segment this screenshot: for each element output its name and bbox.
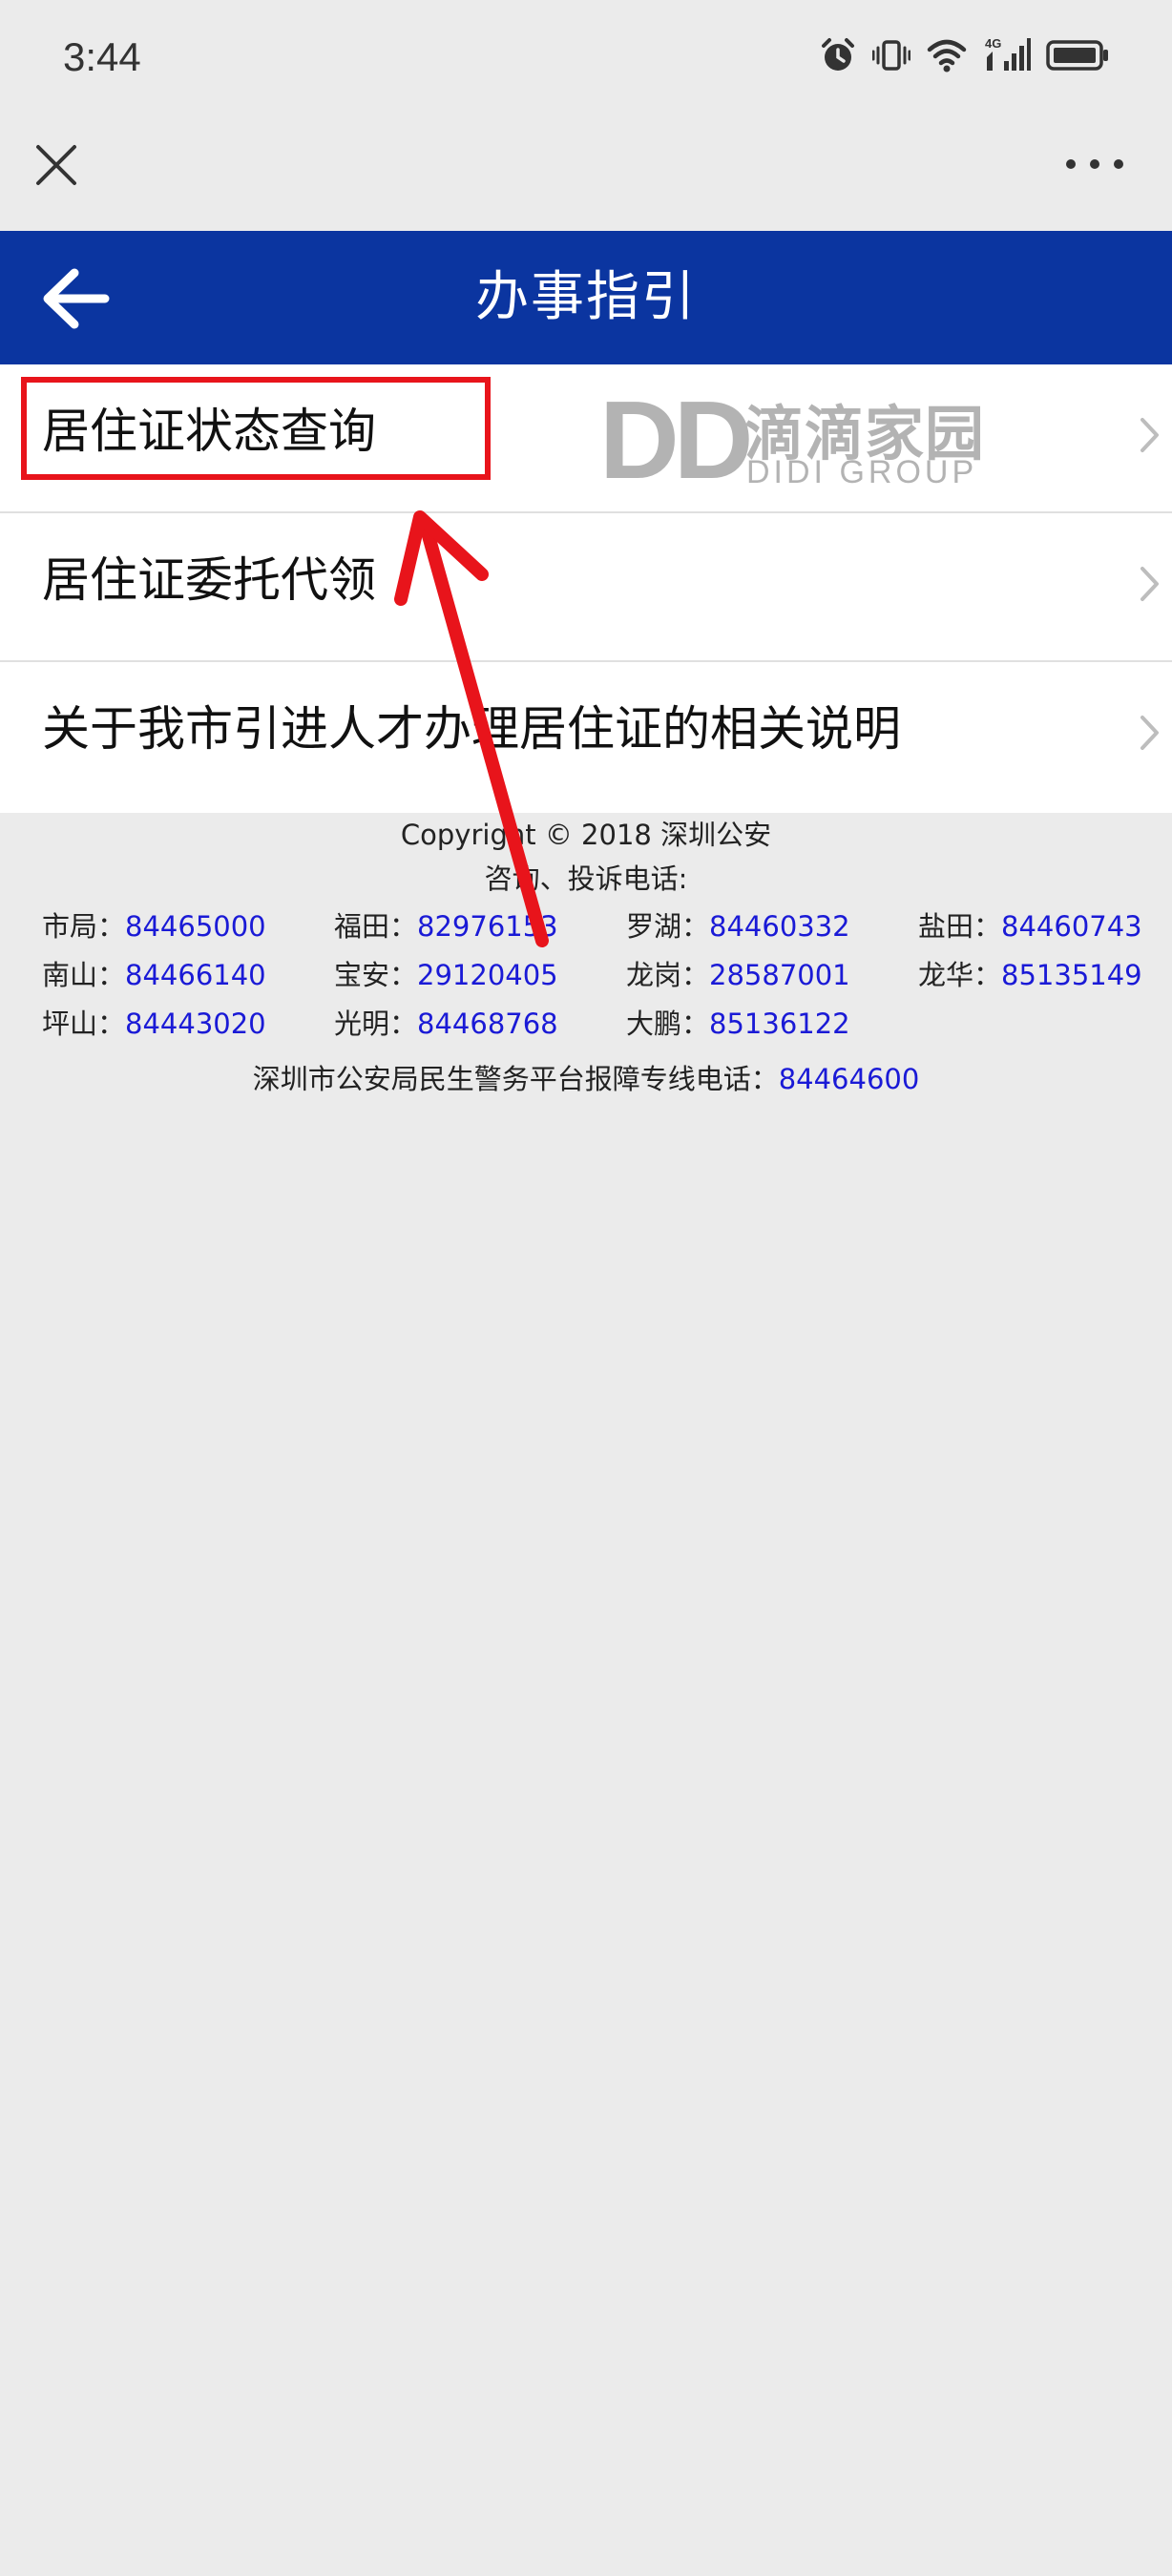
hotline-number[interactable]: 85135149 <box>1001 959 1142 991</box>
hotline-number[interactable]: 28587001 <box>709 959 850 991</box>
hotline-item: 龙岗：28587001 <box>626 959 850 991</box>
hotline-item: 坪山：84443020 <box>42 1008 266 1040</box>
hotline-number[interactable]: 84460332 <box>709 910 850 943</box>
webview-bar <box>0 116 1172 231</box>
page-title: 办事指引 <box>475 266 697 328</box>
more-icon[interactable] <box>1061 155 1128 174</box>
watermark-name-en: DIDI GROUP <box>746 454 978 490</box>
page-header: 办事指引 <box>0 231 1172 364</box>
watermark-dd: DD <box>599 378 754 502</box>
vibrate-icon <box>872 40 910 71</box>
hotline-item: 盐田：84460743 <box>918 910 1142 943</box>
hotline-item: 市局：84465000 <box>42 910 266 943</box>
footer: Copyright © 2018 深圳公安 咨询、投诉电话: 市局：844650… <box>0 813 1172 1095</box>
chevron-right-icon <box>1141 567 1159 601</box>
hotline-item: 罗湖：84460332 <box>626 910 850 943</box>
hotline-item: 福田：82976153 <box>334 910 558 943</box>
hotline-item: 大鹏：85136122 <box>626 1008 850 1040</box>
platform-hotline-number[interactable]: 84464600 <box>779 1063 920 1095</box>
hotline-item: 宝安：29120405 <box>334 959 558 991</box>
close-icon[interactable] <box>31 139 82 191</box>
status-icons: 4G <box>819 36 1109 74</box>
wifi-icon <box>927 39 967 73</box>
hotline-number[interactable]: 84465000 <box>125 910 266 943</box>
hotline-number[interactable]: 82976153 <box>417 910 558 943</box>
hotline-item: 龙华：85135149 <box>918 959 1142 991</box>
menu-item-label: 关于我市引进人才办理居住证的相关说明 <box>42 701 901 757</box>
signal-icon: 4G <box>985 36 1031 71</box>
chevron-right-icon <box>1141 716 1159 750</box>
hotline-number[interactable]: 84466140 <box>125 959 266 991</box>
hotline-number[interactable]: 85136122 <box>709 1008 850 1040</box>
watermark-logo: DD 滴滴家园 DIDI GROUP <box>599 378 991 502</box>
svg-text:4G: 4G <box>985 36 1001 51</box>
hotline-number[interactable]: 84468768 <box>417 1008 558 1040</box>
hotline-number[interactable]: 84443020 <box>125 1008 266 1040</box>
battery-icon <box>1046 40 1108 71</box>
platform-hotline: 深圳市公安局民生警务平台报障专线电话：84464600 <box>252 1063 920 1095</box>
hotline-number[interactable]: 29120405 <box>417 959 558 991</box>
status-time: 3:44 <box>63 34 141 79</box>
menu-item-entrusted-pickup[interactable]: 居住证委托代领 <box>0 513 1172 662</box>
menu-item-label: 居住证委托代领 <box>42 552 376 608</box>
copyright-text: Copyright © 2018 深圳公安 <box>400 819 772 851</box>
status-bar: 3:44 4G <box>0 0 1172 116</box>
hotline-title: 咨询、投诉电话: <box>484 862 688 895</box>
chevron-right-icon <box>1141 418 1159 452</box>
hotline-number[interactable]: 84460743 <box>1001 910 1142 943</box>
alarm-icon <box>822 38 854 71</box>
menu-item-talent-instructions[interactable]: 关于我市引进人才办理居住证的相关说明 <box>0 662 1172 813</box>
hotline-item: 光明：84468768 <box>334 1008 558 1040</box>
highlight-box <box>21 377 491 480</box>
hotline-item: 南山：84466140 <box>42 959 266 991</box>
